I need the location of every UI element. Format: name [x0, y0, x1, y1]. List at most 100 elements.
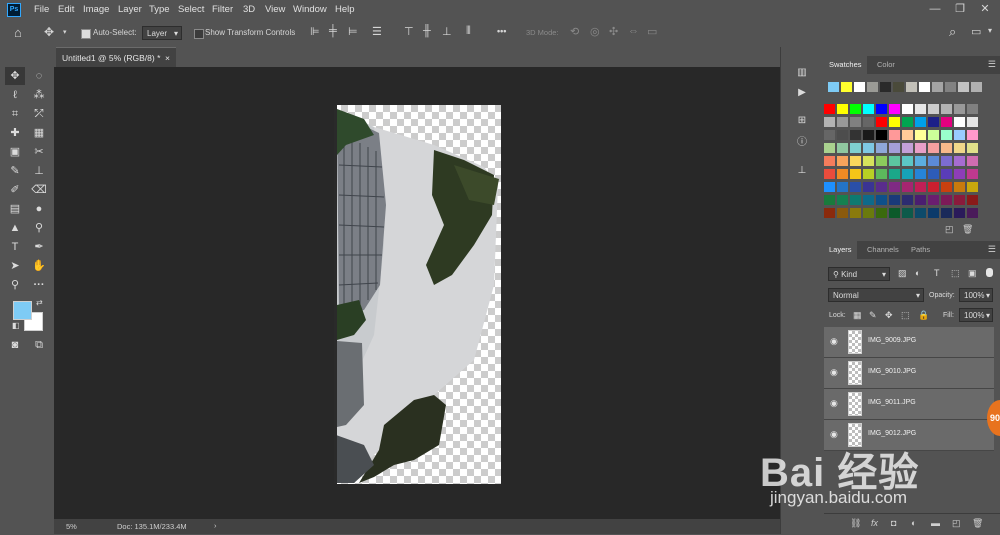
recent-swatch[interactable] — [932, 82, 943, 92]
color-swatch[interactable] — [915, 104, 926, 114]
eye-icon[interactable]: ◉ — [830, 367, 838, 378]
stamp-panel-icon[interactable]: ⊥ — [793, 163, 811, 179]
blur-tool-icon[interactable]: ● — [29, 200, 49, 218]
lock-artboard-icon[interactable]: ⬚ — [901, 310, 910, 321]
color-swatch[interactable] — [889, 143, 900, 153]
color-swatch[interactable] — [915, 182, 926, 192]
lock-transparent-icon[interactable]: ▦ — [853, 310, 862, 321]
foreground-color-swatch[interactable] — [13, 301, 32, 320]
color-swatch[interactable] — [824, 195, 835, 205]
align-top-icon[interactable]: ⊤ — [404, 25, 414, 38]
color-swatch[interactable] — [915, 208, 926, 218]
type-tool-icon[interactable]: T — [5, 238, 25, 256]
fx-icon[interactable]: fx — [871, 518, 878, 528]
menu-3d[interactable]: 3D — [243, 4, 255, 15]
info-icon[interactable]: ⓘ — [793, 135, 811, 151]
menu-edit[interactable]: Edit — [58, 4, 74, 15]
color-swatch[interactable] — [902, 156, 913, 166]
move-tool-icon[interactable]: ✥ — [5, 67, 25, 85]
color-swatch[interactable] — [876, 117, 887, 127]
panel-menu-icon[interactable]: ☰ — [988, 59, 996, 70]
minimize-button[interactable]: — — [928, 2, 942, 16]
color-swatch[interactable] — [824, 104, 835, 114]
dodge-tool-icon[interactable]: ⚲ — [29, 219, 49, 237]
recent-swatch[interactable] — [867, 82, 878, 92]
more-options-button[interactable]: ••• — [497, 26, 506, 36]
color-swatch[interactable] — [863, 104, 874, 114]
eraser-icon[interactable]: ⌫ — [29, 181, 49, 199]
add-mask-icon[interactable]: ◘ — [891, 518, 896, 528]
color-swatch[interactable] — [837, 104, 848, 114]
color-swatch[interactable] — [824, 169, 835, 179]
color-swatch[interactable] — [876, 130, 887, 140]
color-swatch[interactable] — [850, 195, 861, 205]
document-tab[interactable]: Untitled1 @ 5% (RGB/8) * × — [56, 47, 176, 67]
color-swatch[interactable] — [941, 117, 952, 127]
eyedropper-icon[interactable]: ⤱ — [29, 105, 49, 123]
color-swatch[interactable] — [889, 182, 900, 192]
color-swatch[interactable] — [941, 143, 952, 153]
history-brush-icon[interactable]: ✐ — [5, 181, 25, 199]
gradient-tool-icon[interactable]: ▤ — [5, 200, 25, 218]
color-swatch[interactable] — [876, 182, 887, 192]
color-swatch[interactable] — [850, 130, 861, 140]
zoom-tool-icon[interactable]: ⚲ — [5, 276, 25, 294]
filter-type-icon[interactable]: T — [934, 268, 940, 278]
color-swatch[interactable] — [941, 104, 952, 114]
auto-select-checkbox[interactable] — [81, 29, 91, 39]
menu-image[interactable]: Image — [83, 4, 109, 15]
color-swatch[interactable] — [915, 130, 926, 140]
menu-view[interactable]: View — [265, 4, 285, 15]
search-icon[interactable]: ⌕ — [949, 24, 956, 40]
color-swatch[interactable] — [967, 104, 978, 114]
layer-row[interactable]: ◉ IMG_9010.JPG — [824, 358, 994, 389]
align-left-icon[interactable]: ⊫ — [310, 25, 320, 38]
healing-brush-icon[interactable]: ✚ — [5, 124, 25, 142]
color-swatch[interactable] — [824, 156, 835, 166]
color-swatch[interactable] — [954, 143, 965, 153]
patch-tool-icon[interactable]: ▦ — [29, 124, 49, 142]
new-group-icon[interactable]: ◰ — [945, 224, 954, 235]
hand-tool-icon[interactable]: ✋ — [29, 257, 49, 275]
new-group-icon[interactable]: ▬ — [931, 518, 940, 528]
lock-position-icon[interactable]: ✥ — [885, 310, 893, 321]
color-swatch[interactable] — [928, 130, 939, 140]
color-swatch[interactable] — [915, 143, 926, 153]
menu-select[interactable]: Select — [178, 4, 204, 15]
menu-window[interactable]: Window — [293, 4, 327, 15]
document-canvas[interactable] — [334, 105, 501, 484]
color-swatch[interactable] — [863, 182, 874, 192]
new-layer-icon[interactable]: ◰ — [952, 518, 961, 529]
default-colors-icon[interactable]: ◧ — [12, 321, 20, 330]
align-bottom-icon[interactable]: ⊥ — [442, 25, 452, 38]
color-swatch[interactable] — [863, 143, 874, 153]
restore-button[interactable]: ❐ — [953, 2, 967, 16]
history-panel-icon[interactable]: ▥ — [793, 65, 811, 81]
recent-swatch[interactable] — [828, 82, 839, 92]
lock-all-icon[interactable]: 🔒 — [918, 310, 929, 321]
filter-pixel-icon[interactable]: ▨ — [898, 268, 907, 279]
color-swatch[interactable] — [954, 208, 965, 218]
color-swatch[interactable] — [850, 208, 861, 218]
color-swatch[interactable] — [850, 104, 861, 114]
color-swatch[interactable] — [967, 208, 978, 218]
close-tab-icon[interactable]: × — [165, 48, 170, 68]
tab-layers[interactable]: Layers — [824, 241, 857, 259]
color-swatch[interactable] — [876, 195, 887, 205]
show-transform-checkbox[interactable] — [194, 29, 204, 39]
lasso-tool-icon[interactable]: ℓ — [5, 86, 25, 104]
color-swatch[interactable] — [941, 208, 952, 218]
color-swatch[interactable] — [876, 156, 887, 166]
recent-swatch[interactable] — [919, 82, 930, 92]
color-swatch[interactable] — [850, 156, 861, 166]
magic-wand-icon[interactable]: ⁂ — [29, 86, 49, 104]
adjustment-layer-icon[interactable]: ◐ — [911, 518, 916, 528]
color-swatch[interactable] — [850, 117, 861, 127]
color-swatch[interactable] — [928, 169, 939, 179]
color-swatch[interactable] — [902, 143, 913, 153]
color-swatch[interactable] — [967, 143, 978, 153]
distribute-vertical-icon[interactable]: ⦀ — [466, 25, 471, 38]
auto-select-target-dropdown[interactable]: Layer ▾ — [142, 26, 182, 40]
layer-row[interactable]: ◉ IMG_9009.JPG — [824, 327, 994, 358]
color-swatch[interactable] — [850, 143, 861, 153]
